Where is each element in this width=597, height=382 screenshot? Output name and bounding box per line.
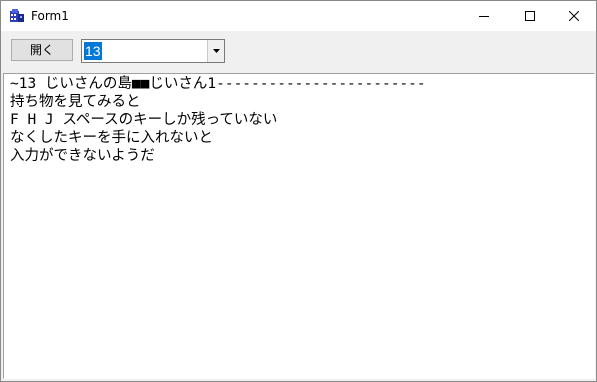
- number-combobox[interactable]: 13: [81, 39, 225, 63]
- window-title: Form1: [31, 9, 69, 23]
- toolbar: 開く 13: [1, 31, 596, 71]
- close-icon: [569, 11, 579, 21]
- text-line: ~13 じいさんの島■■じいさん1-----------------------…: [10, 76, 426, 92]
- minimize-button[interactable]: [461, 1, 507, 31]
- minimize-icon: [479, 16, 489, 17]
- text-line: F H J スペースのキーしか残っていない: [10, 112, 278, 128]
- maximize-button[interactable]: [507, 1, 553, 31]
- combo-dropdown-button[interactable]: [207, 40, 224, 62]
- chevron-down-icon: [212, 49, 220, 53]
- form1-window: Form1 開く 13 ~13 じいさんの島■■じいさん1-----------…: [0, 0, 597, 382]
- maximize-icon: [525, 11, 535, 21]
- combo-selected-value[interactable]: 13: [84, 42, 102, 60]
- text-line: なくしたキーを手に入れないと: [10, 130, 213, 146]
- app-icon: [9, 8, 25, 24]
- close-button[interactable]: [551, 1, 596, 31]
- open-button[interactable]: 開く: [11, 39, 73, 61]
- text-line: 入力ができないようだ: [10, 148, 155, 164]
- text-output-area[interactable]: ~13 じいさんの島■■じいさん1-----------------------…: [3, 73, 595, 379]
- text-line: 持ち物を見てみると: [10, 94, 141, 110]
- title-bar[interactable]: Form1: [1, 1, 596, 31]
